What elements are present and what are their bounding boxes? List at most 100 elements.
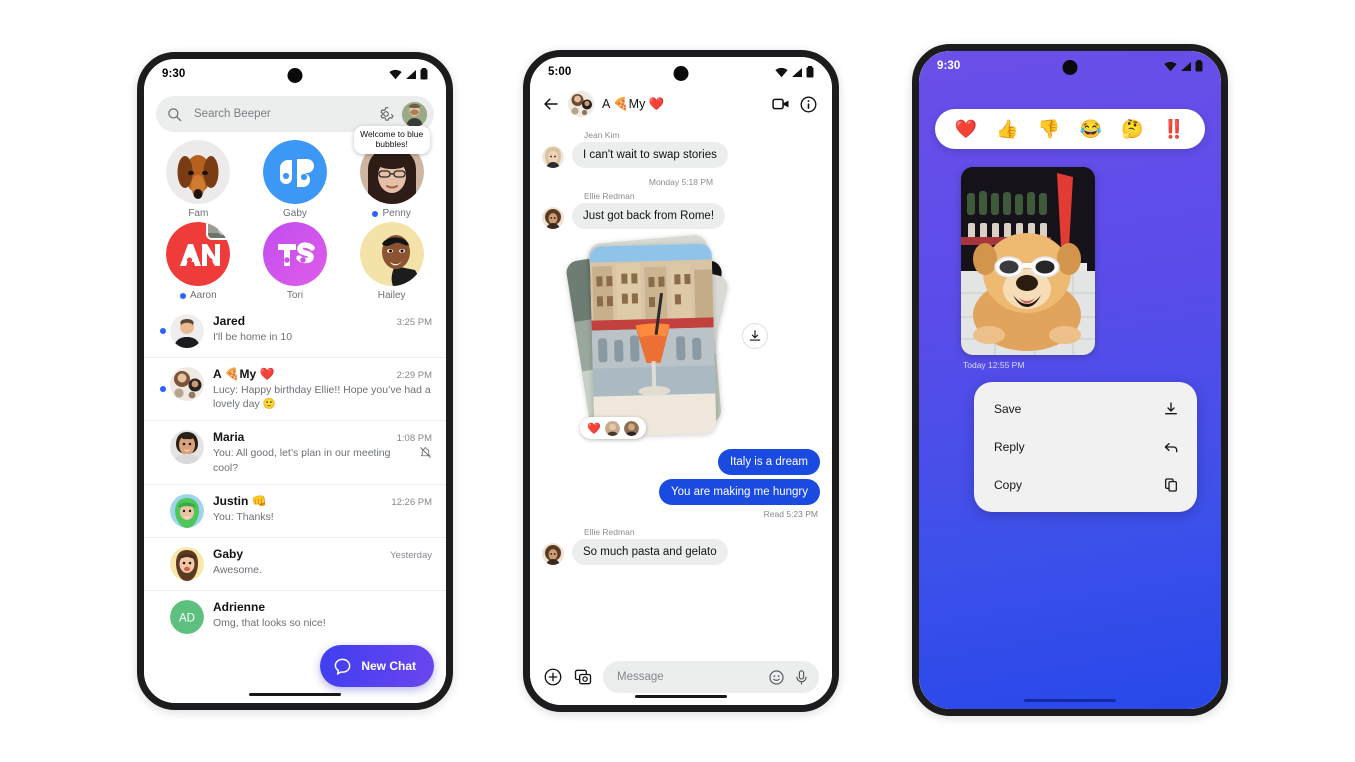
phone-3-reaction-menu: 9:30 ❤️ 👍 👎 😂 🤔 ‼️ Today 12:55 PM Save R… <box>912 44 1228 716</box>
battery-icon <box>1195 60 1203 72</box>
preview-text: I'll be home in 10 <box>213 331 293 343</box>
wifi-icon <box>775 67 788 77</box>
back-arrow-icon[interactable] <box>542 95 560 113</box>
search-icon <box>168 107 182 121</box>
message-outgoing: Italy is a dream <box>542 449 820 475</box>
info-icon[interactable] <box>799 95 818 114</box>
profile-avatar[interactable] <box>402 101 427 127</box>
reaction-heart-icon[interactable]: ❤️ <box>955 120 977 138</box>
label-text: Tori <box>286 290 304 301</box>
context-menu[interactable]: Save Reply Copy <box>974 382 1197 512</box>
pinned-avatar-label: Aaron <box>179 290 217 301</box>
menu-item-label: Reply <box>994 440 1025 454</box>
reaction-picker-bar[interactable]: ❤️ 👍 👎 😂 🤔 ‼️ <box>935 109 1205 149</box>
reaction-exclamation-icon[interactable]: ‼️ <box>1163 120 1185 138</box>
chat-list-item-a-my-group[interactable]: A 🍕My ❤️ 2:29 PM Lucy: Happy birthday El… <box>144 357 446 420</box>
message-sender-name: Ellie Redman <box>584 191 635 201</box>
chat-list-item-adrienne[interactable]: AD Adrienne Omg, that looks so nice! <box>144 589 446 643</box>
pinned-avatar-hailey[interactable]: Hailey <box>343 222 440 301</box>
reactor-avatar-1 <box>604 420 620 436</box>
dog-with-sunglasses-photo[interactable] <box>961 167 1095 355</box>
gallery-camera-icon[interactable] <box>573 667 593 687</box>
context-menu-item-save[interactable]: Save <box>974 390 1197 428</box>
context-menu-item-copy[interactable]: Copy <box>974 466 1197 504</box>
new-chat-button[interactable]: New Chat <box>320 645 434 687</box>
avatar <box>170 430 204 465</box>
home-indicator <box>1024 699 1116 702</box>
conversation-header: A 🍕My ❤️ <box>530 87 832 126</box>
mute-bell-icon <box>420 447 431 459</box>
wifi-icon <box>1164 61 1177 71</box>
chat-list[interactable]: Jared 3:25 PM I'll be home in 10 A 🍕My ❤… <box>144 305 446 703</box>
chat-list-item-maria[interactable]: Maria 1:08 PM You: All good, let’s plan … <box>144 420 446 483</box>
menu-item-label: Save <box>994 402 1022 416</box>
chat-time: 1:08 PM <box>396 433 432 445</box>
pinned-avatar-aaron[interactable]: Aaron <box>150 222 247 301</box>
reaction-thinking-icon[interactable]: 🤔 <box>1121 120 1143 138</box>
avatar <box>170 314 204 348</box>
pinned-avatar-label: Gaby <box>283 208 307 219</box>
gear-icon[interactable] <box>378 106 394 122</box>
avatar <box>170 546 204 581</box>
chat-item-body: Maria 1:08 PM You: All good, let’s plan … <box>213 430 432 474</box>
message-bubble: I can't wait to swap stories <box>572 142 728 168</box>
wifi-icon <box>389 69 402 79</box>
status-bar: 9:30 <box>144 59 446 89</box>
label-text: Fam <box>188 208 209 219</box>
pinned-avatar-gaby[interactable]: Gaby <box>247 140 344 219</box>
chat-list-item-gaby[interactable]: Gaby Yesterday Awesome. <box>144 536 446 590</box>
pinned-avatar-label: Fam <box>188 208 208 219</box>
download-icon <box>749 330 761 341</box>
label-text: Gaby <box>283 208 307 219</box>
add-attachment-icon[interactable] <box>543 667 563 687</box>
chat-item-header: Jared 3:25 PM <box>213 314 432 328</box>
message-reaction-pill[interactable]: ❤️ <box>580 417 646 439</box>
reaction-laughing-icon[interactable]: 😂 <box>1080 120 1102 138</box>
message-input[interactable]: Message <box>603 661 819 693</box>
status-clock: 9:30 <box>162 68 186 80</box>
unread-dot <box>179 292 186 299</box>
message-sender-name: Ellie Redman <box>584 527 635 537</box>
pinned-avatar-tori[interactable]: Tori <box>247 222 344 301</box>
reaction-thumbs-down-icon[interactable]: 👎 <box>1038 120 1060 138</box>
group-avatar[interactable] <box>568 91 594 117</box>
pinned-avatar-fam[interactable]: Fam <box>150 140 247 219</box>
chat-list-item-jared[interactable]: Jared 3:25 PM I'll be home in 10 <box>144 305 446 357</box>
avatar <box>542 207 564 229</box>
message-placeholder: Message <box>617 671 664 683</box>
preview-text: Awesome. <box>213 563 262 576</box>
context-menu-item-reply[interactable]: Reply <box>974 428 1197 466</box>
emoji-icon[interactable] <box>768 669 785 686</box>
message-incoming: Just got back from Rome! <box>542 203 820 229</box>
chat-name: Adrienne <box>213 599 266 614</box>
chat-name: Gaby <box>213 546 244 561</box>
chat-item-body: Jared 3:25 PM I'll be home in 10 <box>213 314 432 344</box>
pinned-avatar-label: Hailey <box>378 290 406 301</box>
preview-text: You: All good, let’s plan in our meeting… <box>213 447 391 474</box>
chat-item-body: Justin 👊 12:26 PM You: Thanks! <box>213 494 432 524</box>
photo-stack-message[interactable]: ❤️ <box>564 234 820 447</box>
microphone-icon[interactable] <box>793 669 810 686</box>
download-photo-button[interactable] <box>742 323 768 349</box>
battery-icon <box>806 66 814 78</box>
pinned-avatar-penny[interactable]: Welcome to blue bubbles! Penny <box>343 126 440 219</box>
photo-rome-aperol[interactable] <box>589 243 717 437</box>
phone-2-conversation: 5:00 A 🍕My ❤️ Jean Kim I can't wait to s… <box>523 50 839 712</box>
day-timestamp: Monday 5:18 PM <box>648 177 714 187</box>
cellular-icon <box>406 69 416 79</box>
chat-item-header: Gaby Yesterday <box>213 547 432 561</box>
reaction-thumbs-up-icon[interactable]: 👍 <box>996 120 1018 138</box>
chat-bubble-icon <box>334 658 351 675</box>
search-input[interactable]: Search Beeper <box>182 108 378 120</box>
message-thread[interactable]: Jean Kim I can't wait to swap stories Mo… <box>530 126 832 652</box>
message-bubble: So much pasta and gelato <box>572 539 728 565</box>
video-call-icon[interactable] <box>771 94 791 114</box>
chat-preview: Lucy: Happy birthday Ellie!! Hope you’ve… <box>213 383 432 411</box>
chat-preview: Omg, that looks so nice! <box>213 616 432 630</box>
unread-dot <box>372 210 379 217</box>
chat-list-item-justin[interactable]: Justin 👊 12:26 PM You: Thanks! <box>144 483 446 537</box>
chat-time: 2:29 PM <box>396 370 432 381</box>
home-indicator <box>249 693 341 696</box>
avatar <box>166 140 231 204</box>
message-outgoing: You are making me hungry <box>542 479 820 505</box>
